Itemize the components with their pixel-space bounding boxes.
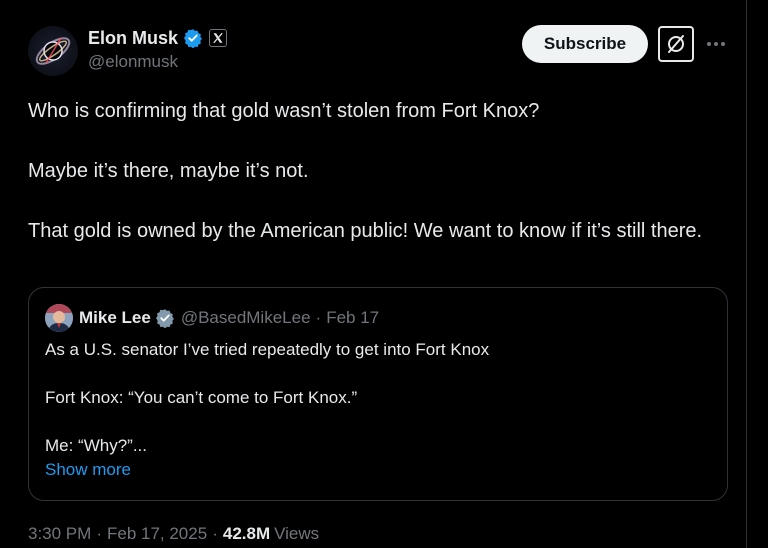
quote-author-name[interactable]: Mike Lee: [79, 308, 151, 328]
quote-author-avatar[interactable]: [45, 304, 73, 332]
x-logo-icon[interactable]: [209, 29, 228, 47]
tweet-header: Elon Musk @elonmusk Subscribe: [28, 24, 725, 76]
tweet-time[interactable]: 3:30 PM: [28, 524, 91, 544]
subscribe-button[interactable]: Subscribe: [522, 25, 648, 63]
author-handle[interactable]: @elonmusk: [88, 52, 227, 72]
tweet-panel: Elon Musk @elonmusk Subscribe Who is con…: [0, 0, 747, 548]
verified-badge-icon[interactable]: [155, 308, 175, 329]
quote-date[interactable]: Feb 17: [326, 308, 379, 328]
quote-paragraph: As a U.S. senator I’ve tried repeatedly …: [45, 340, 490, 359]
author-display-name[interactable]: Elon Musk: [88, 28, 178, 49]
quoted-tweet[interactable]: Mike Lee @BasedMikeLee · Feb 17 As a U.S…: [28, 287, 728, 501]
tweet-date[interactable]: Feb 17, 2025: [107, 524, 207, 544]
author-name-row: Elon Musk: [88, 26, 228, 50]
verified-badge-icon[interactable]: [183, 28, 203, 49]
more-dots-icon[interactable]: [704, 32, 728, 56]
tweet-meta: 3:30 PM · Feb 17, 2025 · 42.8M Views: [28, 522, 319, 546]
author-name-block: Elon Musk @elonmusk: [88, 26, 228, 72]
views-label: Views: [274, 524, 320, 543]
meta-separator: ·: [96, 524, 102, 543]
tweet-body: Who is confirming that gold wasn’t stole…: [28, 96, 718, 246]
quote-separator: ·: [315, 308, 322, 327]
grok-icon[interactable]: [658, 26, 694, 62]
show-more-link[interactable]: Show more: [45, 458, 705, 482]
quote-paragraph: Me: “Why?”...: [45, 436, 148, 455]
quote-body: As a U.S. senator I’ve tried repeatedly …: [45, 338, 705, 482]
quote-paragraph: Fort Knox: “You can’t come to Fort Knox.…: [45, 388, 358, 407]
quote-header: Mike Lee @BasedMikeLee · Feb 17: [45, 304, 379, 332]
quote-author-handle[interactable]: @BasedMikeLee: [181, 308, 311, 328]
tweet-paragraph: That gold is owned by the American publi…: [28, 220, 703, 242]
meta-separator: ·: [212, 524, 218, 543]
tweet-paragraph: Who is confirming that gold wasn’t stole…: [28, 100, 540, 122]
tweet-paragraph: Maybe it’s there, maybe it’s not.: [28, 160, 309, 182]
views-count[interactable]: 42.8M: [223, 524, 270, 544]
author-avatar[interactable]: [28, 26, 78, 76]
